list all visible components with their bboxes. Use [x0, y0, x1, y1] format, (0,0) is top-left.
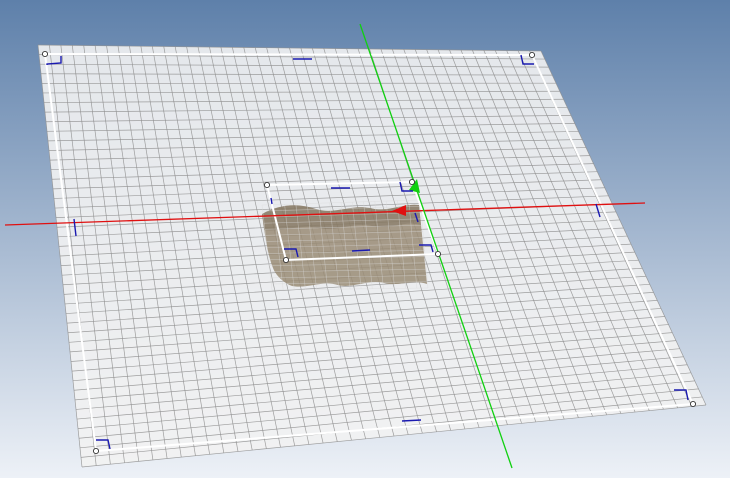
3d-viewport[interactable]: [0, 0, 730, 478]
vertex-handle[interactable]: [689, 400, 697, 408]
vertex-handle[interactable]: [282, 256, 290, 264]
vertex-handle[interactable]: [41, 50, 49, 58]
vertex-handle[interactable]: [92, 447, 100, 455]
vertex-handle[interactable]: [528, 51, 536, 59]
bracket-marker: [351, 249, 371, 252]
vertex-handle[interactable]: [434, 250, 442, 258]
vertex-handle[interactable]: [408, 178, 416, 186]
scene-canvas[interactable]: [0, 0, 730, 478]
bracket-marker: [401, 419, 422, 422]
vertex-handle[interactable]: [263, 181, 271, 189]
bracket-marker: [270, 197, 273, 205]
